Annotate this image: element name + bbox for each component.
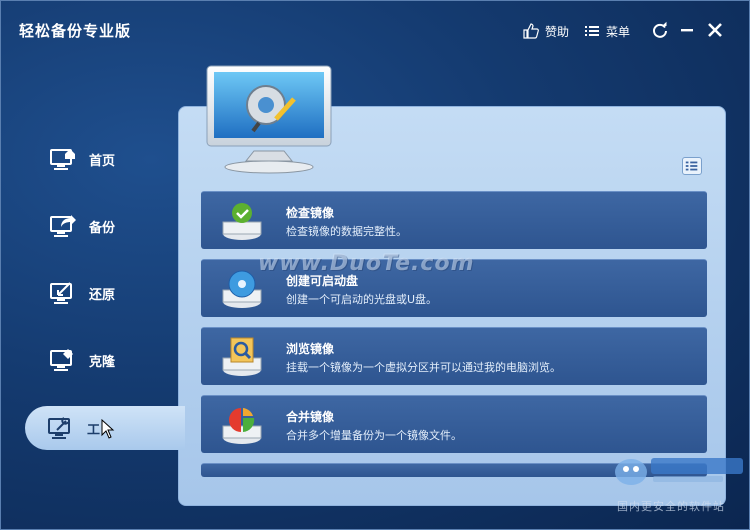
explore-image-icon	[222, 337, 262, 376]
app-title: 轻松备份专业版	[19, 22, 132, 40]
sidebar-item-label: 工	[87, 422, 101, 438]
sidebar-item-label: 还原	[89, 287, 116, 303]
menu-button[interactable]: 菜单	[584, 22, 630, 40]
tool-description: 挂载一个镜像为一个虚拟分区并可以通过我的电脑浏览。	[286, 361, 561, 374]
sidebar-item-label: 备份	[89, 220, 116, 236]
view-toggle-button[interactable]	[682, 157, 702, 175]
tools-monitor-illustration	[206, 65, 332, 174]
mouse-cursor-icon	[101, 419, 115, 439]
tool-merge-image[interactable]: 合并镜像 合并多个增量备份为一个镜像文件。	[201, 395, 707, 453]
tools-monitor-icon	[48, 417, 70, 439]
site-slogan: 国内更安全的软件站	[617, 500, 725, 513]
tool-description: 合并多个增量备份为一个镜像文件。	[286, 429, 462, 442]
sponsor-button[interactable]: 赞助	[523, 22, 569, 40]
title-bar: 轻松备份专业版 赞助 菜单	[1, 1, 749, 59]
sidebar-item-label: 首页	[89, 153, 116, 169]
tool-title: 浏览镜像	[286, 342, 335, 356]
merge-image-icon	[222, 408, 262, 444]
thumbs-up-icon	[523, 23, 539, 39]
tool-create-bootable[interactable]: 创建可启动盘 创建一个可启动的光盘或U盘。	[201, 259, 707, 317]
app-window: 轻松备份专业版 赞助 菜单 首页 备份 还原 克隆 工 检查镜像 检查镜像的数据…	[0, 0, 750, 530]
sidebar-item-label: 克隆	[89, 354, 116, 370]
list-icon	[585, 26, 599, 36]
details-view-icon	[685, 161, 698, 171]
refresh-icon[interactable]	[651, 21, 669, 39]
site-logo-icon	[615, 458, 743, 485]
check-image-icon	[222, 203, 262, 240]
tool-title: 检查镜像	[286, 206, 335, 220]
sidebar-item-clone[interactable]: 克隆	[27, 338, 179, 382]
tool-check-image[interactable]: 检查镜像 检查镜像的数据完整性。	[201, 191, 707, 249]
backup-monitor-icon	[50, 215, 76, 237]
minimize-icon[interactable]	[678, 21, 696, 39]
home-monitor-icon	[50, 149, 75, 170]
tool-title: 创建可启动盘	[286, 274, 359, 288]
tool-explore-image[interactable]: 浏览镜像 挂载一个镜像为一个虚拟分区并可以通过我的电脑浏览。	[201, 327, 707, 385]
tool-description: 创建一个可启动的光盘或U盘。	[286, 293, 438, 306]
sidebar-item-restore[interactable]: 还原	[27, 271, 179, 315]
clone-monitor-icon	[50, 349, 73, 371]
bootable-disc-icon	[222, 270, 262, 308]
tool-title: 合并镜像	[286, 410, 335, 424]
tool-description: 检查镜像的数据完整性。	[286, 225, 407, 238]
sponsor-label: 赞助	[545, 24, 570, 39]
close-icon[interactable]	[706, 21, 724, 39]
menu-label: 菜单	[606, 24, 631, 39]
sidebar-item-backup[interactable]: 备份	[27, 204, 179, 248]
sidebar-item-home[interactable]: 首页	[27, 137, 179, 181]
restore-monitor-icon	[50, 282, 72, 304]
